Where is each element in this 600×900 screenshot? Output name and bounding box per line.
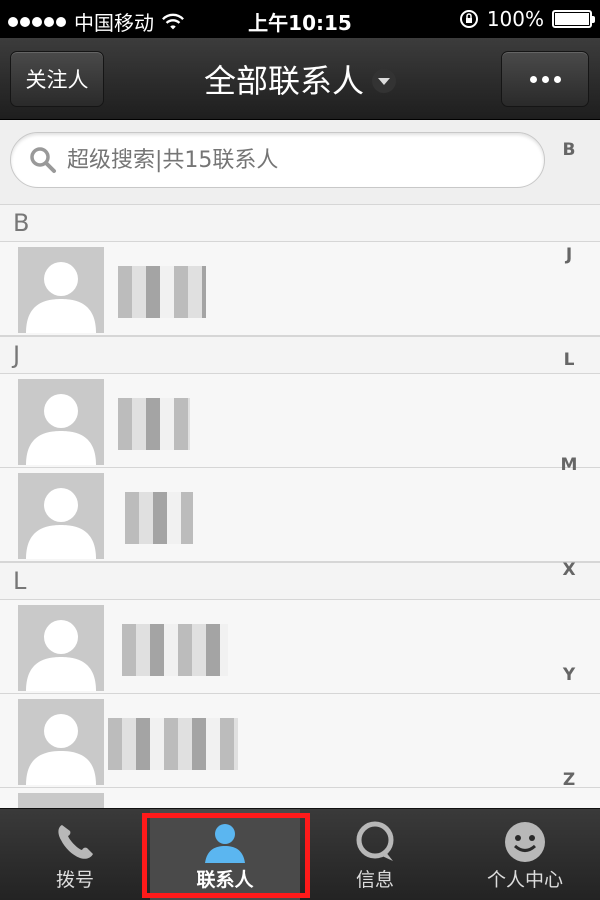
contact-name-obscured bbox=[118, 398, 190, 450]
index-letter-z[interactable]: Z bbox=[555, 770, 583, 790]
search-input[interactable] bbox=[67, 147, 487, 173]
index-letter-b[interactable]: B bbox=[555, 140, 583, 160]
index-letter-y[interactable]: Y bbox=[555, 665, 583, 685]
more-button[interactable] bbox=[501, 51, 589, 107]
default-person-icon bbox=[26, 488, 96, 559]
message-bubble-icon bbox=[356, 821, 394, 861]
tab-contacts[interactable]: 联系人 bbox=[150, 809, 300, 900]
section-header-j: J bbox=[0, 336, 600, 374]
contact-row[interactable] bbox=[0, 600, 600, 694]
tab-dial[interactable]: 拨号 bbox=[0, 809, 150, 900]
contact-row[interactable] bbox=[0, 468, 600, 562]
more-dots-icon bbox=[529, 75, 561, 83]
contact-row[interactable] bbox=[0, 374, 600, 468]
default-person-icon bbox=[18, 793, 104, 808]
chevron-down-icon bbox=[372, 69, 396, 93]
tab-messages[interactable]: 信息 bbox=[300, 809, 450, 900]
phone-icon bbox=[58, 825, 93, 859]
section-header-b: B bbox=[0, 204, 600, 242]
index-letter-l[interactable]: L bbox=[555, 350, 583, 370]
battery-level-fill bbox=[555, 13, 589, 25]
avatar bbox=[18, 379, 104, 465]
section-header-l: L bbox=[0, 562, 600, 600]
contact-list[interactable]: B J L bbox=[0, 204, 600, 808]
contact-row[interactable] bbox=[0, 242, 600, 336]
index-letter-x[interactable]: X bbox=[555, 560, 583, 580]
tab-label: 拨号 bbox=[55, 869, 94, 891]
avatar bbox=[18, 247, 104, 333]
avatar bbox=[18, 473, 104, 559]
default-person-icon bbox=[26, 714, 96, 785]
contact-row[interactable] bbox=[0, 788, 600, 808]
orientation-lock-icon bbox=[459, 10, 478, 28]
search-box[interactable] bbox=[10, 132, 545, 188]
contact-row[interactable] bbox=[0, 694, 600, 788]
smiley-icon bbox=[505, 822, 545, 862]
avatar bbox=[18, 699, 104, 785]
default-person-icon bbox=[26, 262, 96, 333]
status-bar: 中国移动 上午10:15 100% bbox=[0, 0, 600, 38]
page-title: 全部联系人 bbox=[203, 62, 364, 100]
contact-name-obscured bbox=[122, 624, 228, 676]
default-person-icon bbox=[26, 620, 96, 691]
tab-label: 信息 bbox=[355, 869, 394, 891]
avatar bbox=[18, 605, 104, 691]
contact-name-obscured bbox=[118, 266, 206, 318]
battery-percent: 100% bbox=[486, 7, 544, 31]
contact-person-icon bbox=[205, 824, 245, 863]
index-letter-m[interactable]: M bbox=[555, 455, 583, 475]
contact-name-obscured bbox=[125, 492, 193, 544]
navigation-bar: 关注人 全部联系人 bbox=[0, 38, 600, 120]
tab-label: 联系人 bbox=[196, 869, 254, 891]
index-letter-j[interactable]: J bbox=[555, 245, 583, 265]
contact-name-obscured bbox=[108, 718, 238, 770]
search-icon bbox=[30, 147, 56, 173]
avatar bbox=[18, 793, 104, 808]
tab-label: 个人中心 bbox=[486, 869, 563, 891]
search-area bbox=[0, 120, 600, 204]
tab-bar: 拨号 联系人 信息 个人中心 bbox=[0, 808, 600, 900]
default-person-icon bbox=[26, 394, 96, 465]
tab-profile[interactable]: 个人中心 bbox=[450, 809, 600, 900]
status-right: 100% bbox=[459, 7, 595, 31]
battery-icon bbox=[552, 10, 595, 28]
